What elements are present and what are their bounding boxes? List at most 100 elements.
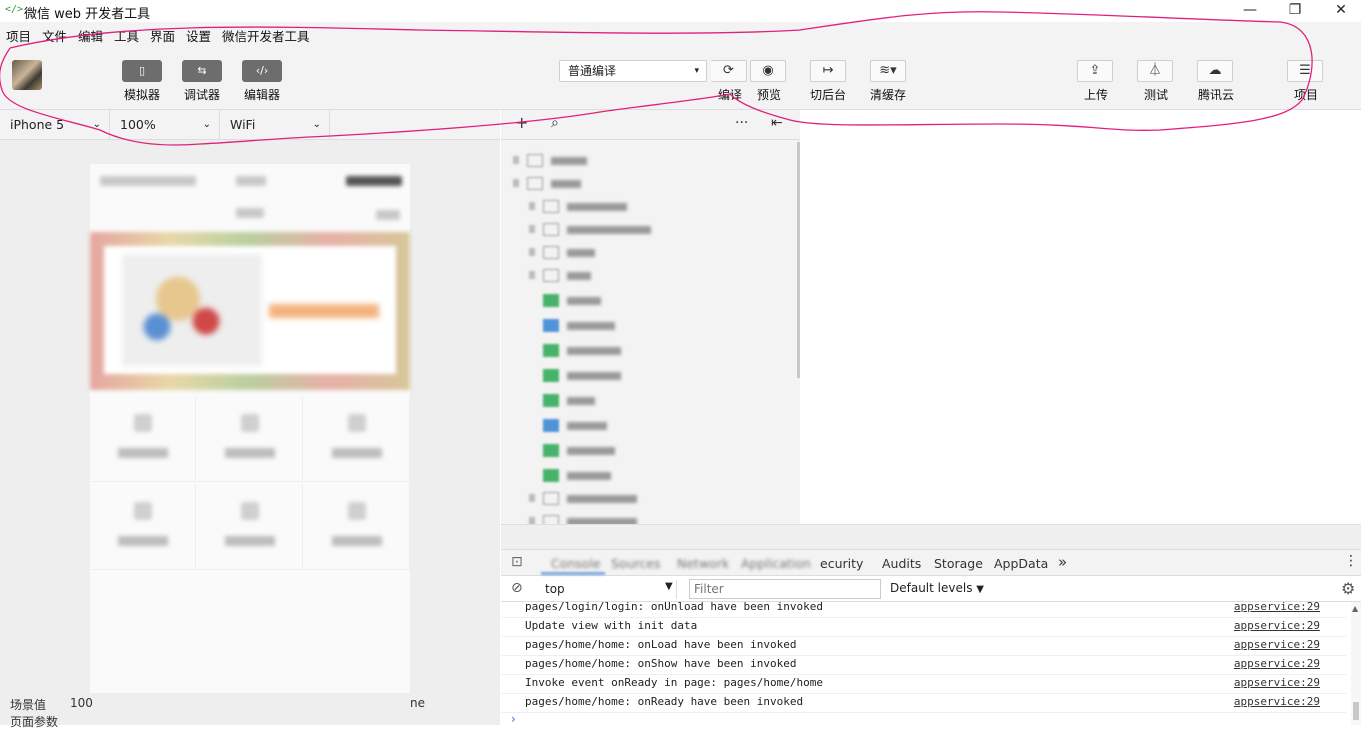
grid-item[interactable] (304, 484, 410, 570)
phone-screen[interactable] (90, 164, 410, 725)
grid-item[interactable] (197, 484, 303, 570)
grid-item[interactable] (90, 484, 196, 570)
add-file-icon[interactable]: + (515, 113, 528, 132)
inspect-icon[interactable]: ⊡ (511, 554, 523, 570)
console-row: Update view with init data appservice:29 (501, 618, 1346, 637)
tree-row[interactable] (501, 266, 800, 286)
tab-storage[interactable]: Storage (934, 556, 983, 571)
menu-item-view[interactable]: 界面 (150, 26, 175, 45)
compile-button[interactable]: ⟳ (711, 60, 747, 82)
gear-icon[interactable]: ⚙ (1341, 579, 1355, 598)
menu-item-file[interactable]: 文件 (42, 26, 67, 45)
home-banner[interactable] (90, 232, 410, 390)
menu-item-project[interactable]: 项目 (6, 26, 31, 45)
network-select[interactable]: WiFi ⌄ (220, 110, 330, 139)
tab-sources[interactable]: Sources (611, 556, 660, 571)
tab-appdata[interactable]: AppData (994, 556, 1048, 571)
file-tree-scrollbar[interactable] (797, 142, 800, 378)
console-source-link[interactable]: appservice:29 (1234, 619, 1320, 632)
upload-icon: ⇪ (1089, 63, 1101, 78)
grid-item-icon (348, 502, 366, 520)
tree-row[interactable] (501, 291, 800, 311)
context-select[interactable]: top ▼ (535, 580, 677, 599)
tree-row[interactable] (501, 366, 800, 386)
menu-item-edit[interactable]: 编辑 (78, 26, 103, 45)
menu-item-tools[interactable]: 工具 (114, 26, 139, 45)
scene-value[interactable]: 100 (70, 696, 93, 710)
grid-item-label (332, 536, 382, 546)
tree-row[interactable] (501, 512, 800, 524)
collapse-panel-icon[interactable]: ⇤ (771, 115, 783, 131)
search-icon[interactable]: ⌕ (551, 115, 559, 131)
upload-button[interactable]: ⇪ (1077, 60, 1113, 82)
status-bar-battery (346, 176, 402, 186)
tree-row[interactable] (501, 441, 800, 461)
tab-audits[interactable]: Audits (882, 556, 921, 571)
log-levels-select[interactable]: Default levels ▼ (890, 581, 984, 595)
tree-row[interactable] (501, 341, 800, 361)
grid-item[interactable] (90, 396, 196, 482)
preview-button[interactable]: ◉ (750, 60, 786, 82)
device-select[interactable]: iPhone 5 ⌄ (0, 110, 110, 139)
console-source-link[interactable]: appservice:29 (1234, 657, 1320, 670)
console-source-link[interactable]: appservice:29 (1234, 676, 1320, 689)
avatar[interactable] (12, 60, 42, 90)
tab-network[interactable]: Network (677, 556, 729, 571)
minimize-button[interactable]: — (1227, 0, 1273, 22)
device-value: iPhone 5 (10, 117, 65, 132)
tree-row[interactable] (501, 466, 800, 486)
kebab-menu-icon[interactable]: ⋮ (1344, 553, 1358, 569)
tree-row[interactable] (501, 220, 800, 240)
close-button[interactable]: ✕ (1318, 0, 1361, 22)
console-message: pages/home/home: onShow have been invoke… (525, 657, 797, 670)
clear-console-icon[interactable]: ⊘ (511, 580, 523, 596)
tree-row[interactable] (501, 391, 800, 411)
maximize-button[interactable]: ❐ (1272, 0, 1318, 22)
tab-console[interactable]: Console (551, 556, 601, 571)
console-source-link[interactable]: appservice:29 (1234, 638, 1320, 651)
console-row: pages/home/home: onReady have been invok… (501, 694, 1346, 713)
editor-area[interactable] (801, 110, 1361, 524)
tab-security[interactable]: ecurity (820, 556, 863, 571)
tencent-cloud-label: 腾讯云 (1197, 88, 1234, 102)
scroll-thumb[interactable] (1353, 702, 1359, 720)
simulator-toggle-button[interactable]: ▯ (122, 60, 162, 82)
grid-item[interactable] (197, 396, 303, 482)
clear-cache-button[interactable]: ≋▾ (870, 60, 906, 82)
zoom-select[interactable]: 100% ⌄ (110, 110, 220, 139)
project-menu-button[interactable]: ☰ (1287, 60, 1323, 82)
tab-application[interactable]: Application (741, 556, 811, 571)
tree-row[interactable] (501, 316, 800, 336)
console-source-link[interactable]: appservice:29 (1234, 695, 1320, 708)
cloud-icon: ☁ (1208, 63, 1222, 78)
tencent-cloud-button[interactable]: ☁ (1197, 60, 1233, 82)
editor-toggle-button[interactable]: ‹/› (242, 60, 282, 82)
console-prompt[interactable]: › (511, 712, 516, 726)
test-button[interactable]: ⏃ (1137, 60, 1173, 82)
tree-row[interactable] (501, 416, 800, 436)
console-message: pages/home/home: onLoad have been invoke… (525, 638, 797, 651)
console-source-link[interactable]: appservice:29 (1234, 600, 1320, 613)
menu-item-settings[interactable]: 设置 (186, 26, 211, 45)
tree-row[interactable] (501, 151, 800, 171)
compile-mode-select[interactable]: 普通编译 ▾ (559, 60, 707, 82)
upload-label: 上传 (1083, 88, 1108, 102)
more-icon[interactable]: ··· (735, 115, 748, 131)
scroll-up-icon[interactable]: ▲ (1352, 604, 1358, 613)
background-button[interactable]: ↦ (810, 60, 846, 82)
console-scrollbar[interactable]: ▲ (1351, 602, 1361, 725)
tree-row[interactable] (501, 243, 800, 263)
tree-row[interactable] (501, 489, 800, 509)
grid-item[interactable] (304, 396, 410, 482)
panel-divider[interactable] (501, 524, 1361, 549)
more-tabs-icon[interactable]: » (1058, 553, 1067, 571)
tree-row[interactable] (501, 197, 800, 217)
console-row: pages/home/home: onShow have been invoke… (501, 656, 1346, 675)
grid-item-label (225, 536, 275, 546)
dropdown-caret-icon: ▼ (976, 584, 984, 595)
banner-caption (269, 304, 379, 318)
tree-row[interactable] (501, 174, 800, 194)
console-filter-input[interactable] (689, 579, 881, 599)
debugger-toggle-button[interactable]: ⇆ (182, 60, 222, 82)
menu-item-wechat-devtools[interactable]: 微信开发者工具 (222, 26, 310, 45)
